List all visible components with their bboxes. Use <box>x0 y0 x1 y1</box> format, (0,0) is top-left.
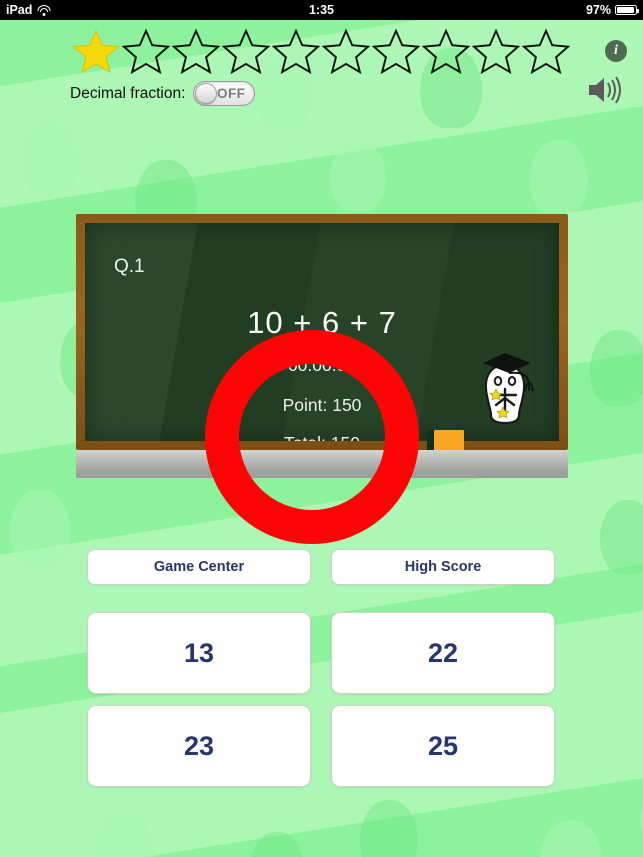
chalkboard-frame: Q.1 10 + 6 + 7 00:00:05 Point: 150 Total… <box>76 214 568 450</box>
decimal-fraction-row: Decimal fraction: OFF <box>70 81 256 106</box>
chalkboard-surface: Q.1 10 + 6 + 7 00:00:05 Point: 150 Total… <box>85 223 559 441</box>
star-empty-10 <box>522 28 570 74</box>
chalkboard-ledge <box>76 450 568 478</box>
star-empty-7 <box>372 28 420 74</box>
decimal-fraction-label: Decimal fraction: <box>70 84 186 102</box>
star-empty-3 <box>172 28 220 74</box>
answer-label-1: 13 <box>183 637 215 668</box>
question-number: Q.1 <box>114 256 145 277</box>
toggle-knob <box>195 83 218 104</box>
star-filled-1 <box>72 28 120 74</box>
high-score-label: High Score <box>404 559 482 575</box>
decimal-fraction-toggle[interactable]: OFF <box>193 81 256 106</box>
star-rating <box>72 28 572 74</box>
star-empty-9 <box>472 28 520 74</box>
toggle-state-label: OFF <box>216 86 246 101</box>
game-center-button[interactable]: Game Center <box>87 549 311 585</box>
star-empty-8 <box>422 28 470 74</box>
star-empty-6 <box>322 28 370 74</box>
equation-text: 10 + 6 + 7 <box>247 305 397 340</box>
info-icon-label: i <box>614 43 618 58</box>
answer-button-3[interactable]: 23 <box>87 705 311 787</box>
answer-label-2: 22 <box>427 637 459 668</box>
answer-button-1[interactable]: 13 <box>87 612 311 694</box>
info-icon[interactable]: i <box>605 40 627 62</box>
star-empty-2 <box>122 28 170 74</box>
answer-label-3: 23 <box>183 730 215 761</box>
answer-label-4: 25 <box>427 730 459 761</box>
graduate-mascot-icon <box>469 343 541 429</box>
nav-button-row: Game Center High Score <box>87 549 555 585</box>
star-empty-4 <box>222 28 270 74</box>
battery-percent: 97% <box>585 3 611 17</box>
status-bar-time: 1:35 <box>308 3 335 17</box>
total-text: Total: 150 <box>85 433 559 441</box>
answer-choice-grid: 13 22 23 25 <box>87 612 555 787</box>
status-bar-right: 97% <box>585 3 640 17</box>
game-center-label: Game Center <box>153 559 245 575</box>
answer-button-2[interactable]: 22 <box>331 612 555 694</box>
status-bar: iPad 1:35 97% <box>0 0 643 20</box>
speaker-volume-icon[interactable] <box>585 74 623 106</box>
high-score-button[interactable]: High Score <box>331 549 555 585</box>
battery-charging-icon <box>615 5 640 15</box>
chalkboard: Q.1 10 + 6 + 7 00:00:05 Point: 150 Total… <box>76 214 568 478</box>
answer-button-4[interactable]: 25 <box>331 705 555 787</box>
star-empty-5 <box>272 28 320 74</box>
app-root: iPad 1:35 97% i Decimal fraction: OFF Q.… <box>0 0 643 857</box>
